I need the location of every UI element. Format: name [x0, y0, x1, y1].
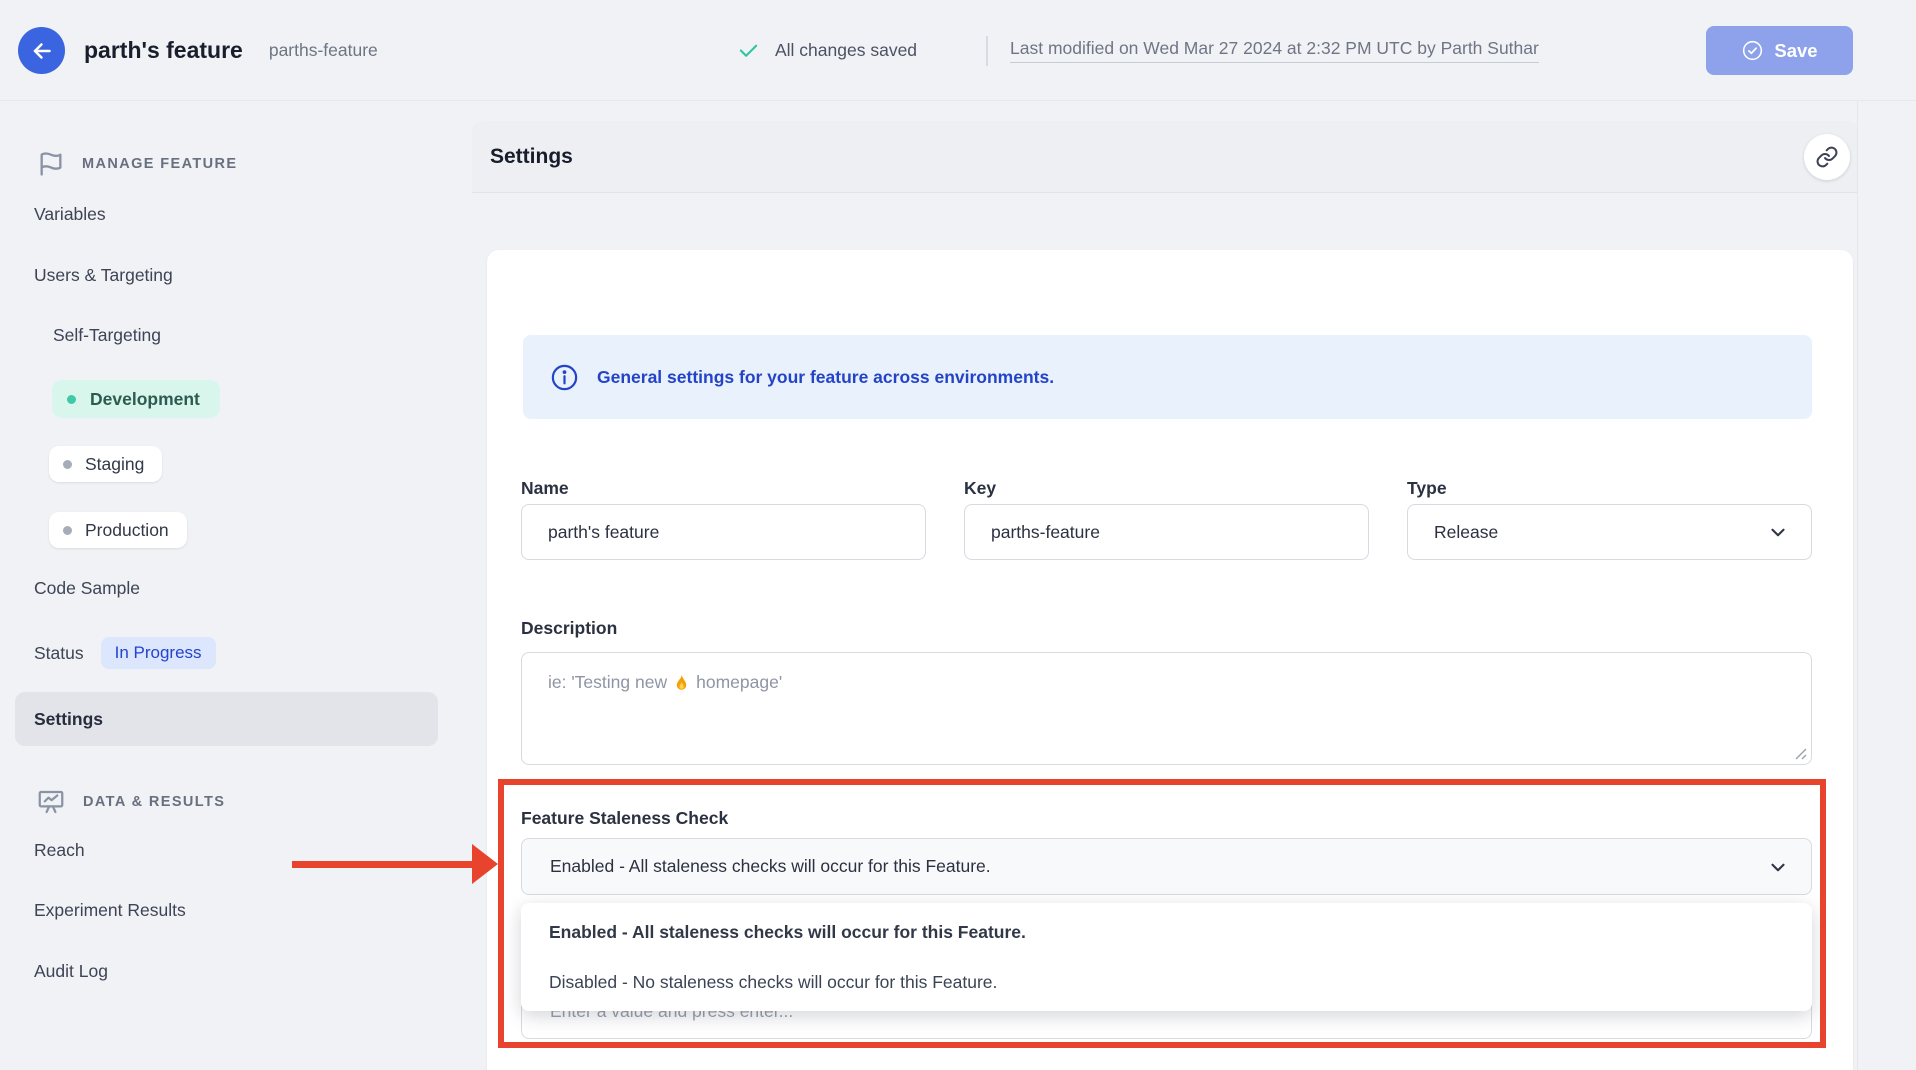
description-textarea[interactable] [521, 652, 1812, 765]
settings-card: General settings for your feature across… [487, 250, 1853, 1070]
dropdown-option-enabled[interactable]: Enabled - All staleness checks will occu… [521, 907, 1812, 957]
sidebar-settings-label: Settings [34, 709, 103, 730]
sidebar-item-reach[interactable]: Reach [34, 840, 85, 861]
staleness-select[interactable]: Enabled - All staleness checks will occu… [521, 838, 1812, 895]
key-input[interactable] [964, 504, 1369, 560]
staleness-select-value: Enabled - All staleness checks will occu… [550, 856, 991, 877]
sidebar-item-settings[interactable]: Settings [15, 692, 438, 746]
flag-icon [37, 150, 65, 178]
dropdown-option-disabled[interactable]: Disabled - No staleness checks will occu… [521, 957, 1812, 1007]
env-label: Development [90, 389, 200, 410]
main-right-divider [1857, 101, 1858, 1070]
sidebar-item-code-sample[interactable]: Code Sample [34, 578, 140, 599]
type-label: Type [1407, 478, 1447, 499]
settings-page-title: Settings [490, 121, 573, 193]
name-label: Name [521, 478, 569, 499]
copy-link-button[interactable] [1804, 134, 1850, 180]
sidebar-item-self-targeting[interactable]: Self-Targeting [53, 325, 161, 346]
description-label: Description [521, 618, 617, 639]
title-group: parth's feature parths-feature [84, 0, 378, 101]
settings-panel-header: Settings [472, 121, 1858, 193]
sidebar-status-row: Status In Progress [34, 637, 216, 669]
check-icon [737, 39, 760, 62]
info-banner: General settings for your feature across… [523, 335, 1812, 419]
key-label: Key [964, 478, 996, 499]
saved-status: All changes saved [737, 0, 917, 101]
check-circle-icon [1741, 39, 1764, 62]
last-modified-link[interactable]: Last modified on Wed Mar 27 2024 at 2:32… [1010, 0, 1539, 101]
chevron-down-icon [1767, 856, 1789, 878]
sidebar-item-users-targeting[interactable]: Users & Targeting [34, 265, 173, 286]
type-select[interactable]: Release [1407, 504, 1812, 560]
env-label: Production [85, 520, 169, 541]
link-icon [1815, 145, 1839, 169]
manage-feature-section-header: MANAGE FEATURE [37, 150, 237, 178]
saved-status-text: All changes saved [775, 40, 917, 61]
last-modified-text: Last modified on Wed Mar 27 2024 at 2:32… [1010, 38, 1539, 63]
env-label: Staging [85, 454, 144, 475]
back-button[interactable] [18, 27, 65, 74]
sidebar-item-experiment-results[interactable]: Experiment Results [34, 900, 186, 921]
sidebar-env-development[interactable]: Development [52, 380, 220, 418]
status-label: Status [34, 643, 84, 664]
type-select-value: Release [1434, 522, 1498, 543]
staleness-dropdown-menu: Enabled - All staleness checks will occu… [521, 903, 1812, 1011]
top-bar: parth's feature parths-feature All chang… [0, 0, 1916, 101]
topbar-divider [986, 36, 988, 66]
arrow-left-icon [29, 38, 55, 64]
feature-title: parth's feature [84, 37, 243, 64]
staleness-label: Feature Staleness Check [521, 808, 728, 829]
name-input[interactable] [521, 504, 926, 560]
sidebar-env-staging[interactable]: Staging [49, 446, 162, 482]
info-banner-text: General settings for your feature across… [597, 367, 1054, 388]
env-dot-icon [63, 526, 72, 535]
save-button[interactable]: Save [1706, 26, 1853, 75]
info-icon [549, 362, 580, 393]
description-field-wrap: ie: 'Testing new homepage' [521, 652, 1812, 765]
sidebar-item-audit-log[interactable]: Audit Log [34, 961, 108, 982]
data-results-section-header: DATA & RESULTS [36, 787, 225, 817]
feature-key: parths-feature [269, 40, 378, 61]
env-dot-icon [67, 395, 76, 404]
sidebar-env-production[interactable]: Production [49, 512, 187, 548]
page: parth's feature parths-feature All chang… [0, 0, 1916, 1070]
annotation-arrow-line [292, 861, 474, 868]
chevron-down-icon [1767, 521, 1789, 543]
data-results-section-label: DATA & RESULTS [83, 794, 225, 810]
status-badge[interactable]: In Progress [101, 637, 216, 669]
sidebar-item-variables[interactable]: Variables [34, 204, 106, 225]
chart-presentation-icon [36, 787, 66, 817]
resize-handle[interactable] [1793, 746, 1807, 760]
env-dot-icon [63, 460, 72, 469]
save-button-label: Save [1774, 40, 1817, 62]
manage-feature-section-label: MANAGE FEATURE [82, 156, 237, 172]
annotation-arrow-head [472, 844, 498, 884]
